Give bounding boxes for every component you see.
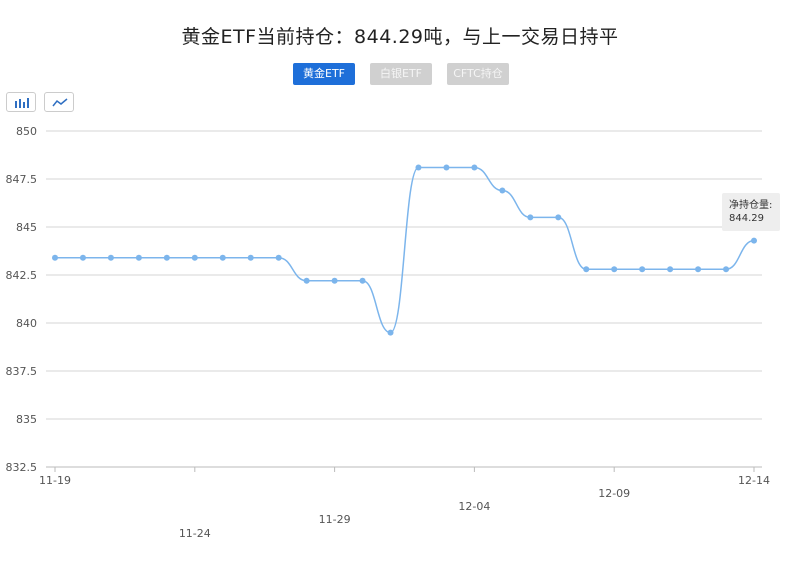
data-point[interactable] bbox=[555, 214, 562, 221]
data-point[interactable] bbox=[163, 254, 170, 261]
data-point[interactable] bbox=[471, 164, 478, 171]
x-tick-label: 11-19 bbox=[39, 474, 71, 487]
x-tick-label: 11-29 bbox=[319, 513, 351, 526]
data-point[interactable] bbox=[275, 254, 282, 261]
x-tick-label: 12-04 bbox=[458, 500, 490, 513]
y-tick-label: 845 bbox=[16, 221, 37, 234]
y-tick-label: 835 bbox=[16, 413, 37, 426]
y-axis-ticks: 832.5 835 837.5 840 842.5 845 847.5 850 bbox=[6, 125, 38, 474]
data-point[interactable] bbox=[611, 266, 618, 273]
data-point[interactable] bbox=[639, 266, 646, 273]
x-axis: 11-19 11-24 11-29 12-04 12-09 12-14 bbox=[39, 466, 770, 540]
x-tick-label: 12-14 bbox=[738, 474, 770, 487]
data-point[interactable] bbox=[499, 187, 506, 194]
data-point[interactable] bbox=[191, 254, 198, 261]
data-point[interactable] bbox=[52, 254, 58, 261]
x-tick-label: 11-24 bbox=[179, 527, 211, 540]
value-tooltip: 净持仓量: 844.29 bbox=[722, 193, 780, 231]
grid-lines bbox=[46, 130, 762, 468]
data-point[interactable] bbox=[583, 266, 590, 273]
data-point[interactable] bbox=[331, 277, 338, 284]
data-point[interactable] bbox=[443, 164, 450, 171]
y-tick-label: 842.5 bbox=[6, 269, 38, 282]
data-point[interactable] bbox=[135, 254, 142, 261]
data-point[interactable] bbox=[667, 266, 674, 273]
tooltip-label: 净持仓量: bbox=[729, 200, 773, 211]
data-point[interactable] bbox=[219, 254, 226, 261]
data-point[interactable] bbox=[751, 237, 757, 244]
data-point[interactable] bbox=[527, 214, 534, 221]
x-tick-label: 12-09 bbox=[598, 487, 630, 500]
data-point[interactable] bbox=[415, 164, 422, 171]
y-tick-label: 832.5 bbox=[6, 461, 38, 474]
data-point[interactable] bbox=[387, 329, 394, 336]
data-point[interactable] bbox=[695, 266, 702, 273]
data-point[interactable] bbox=[303, 277, 310, 284]
y-tick-label: 847.5 bbox=[6, 173, 38, 186]
data-point[interactable] bbox=[723, 266, 730, 273]
data-point[interactable] bbox=[107, 254, 114, 261]
data-point[interactable] bbox=[359, 277, 366, 284]
tooltip-value: 844.29 bbox=[729, 213, 764, 224]
y-tick-label: 840 bbox=[16, 317, 37, 330]
line-chart: 832.5835837.5840842.5845847.5850 11-1911… bbox=[6, 125, 770, 540]
y-tick-label: 837.5 bbox=[6, 365, 38, 378]
data-point[interactable] bbox=[247, 254, 254, 261]
data-point[interactable] bbox=[79, 254, 86, 261]
series-line bbox=[55, 166, 755, 334]
y-tick-label: 850 bbox=[16, 125, 37, 138]
